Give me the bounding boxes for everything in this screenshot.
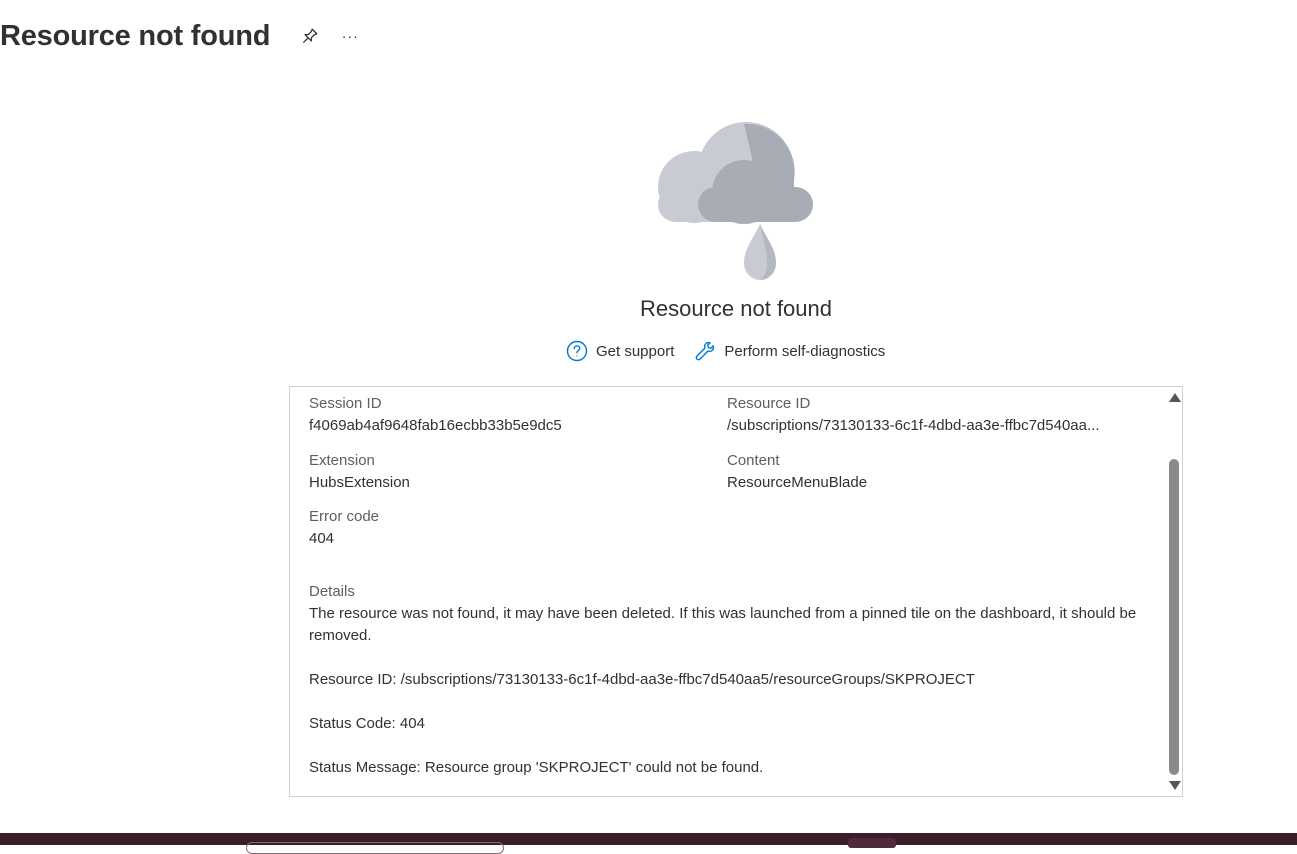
taskbar-search-box[interactable]: [246, 842, 504, 854]
self-diagnostics-link[interactable]: Perform self-diagnostics: [694, 340, 885, 362]
details-section: Details The resource was not found, it m…: [309, 581, 1139, 796]
taskbar: [0, 833, 1297, 854]
extension-field: Extension HubsExtension: [309, 450, 699, 494]
get-support-link[interactable]: Get support: [566, 340, 674, 362]
session-id-field: Session ID f4069ab4af9648fab16ecbb33b5e9…: [309, 393, 699, 437]
content-label: Content: [727, 452, 780, 469]
session-id-value: f4069ab4af9648fab16ecbb33b5e9dc5: [309, 417, 562, 434]
error-code-value: 404: [309, 530, 335, 547]
resource-id-value: /subscriptions/73130133-6c1f-4dbd-aa3e-f…: [727, 417, 1100, 434]
page-title: Resource not found: [0, 19, 271, 52]
pin-icon: [303, 28, 318, 43]
taskbar-app-icon[interactable]: [848, 838, 896, 848]
cloud-rain-icon: [652, 120, 820, 285]
details-label: Details: [309, 583, 355, 600]
vertical-scrollbar[interactable]: [1166, 387, 1182, 796]
scroll-up-arrow-icon[interactable]: [1169, 393, 1181, 402]
content-field: Content ResourceMenuBlade: [727, 450, 1135, 494]
resource-id-label: Resource ID: [727, 395, 811, 412]
details-message: The resource was not found, it may have …: [309, 605, 1137, 644]
error-code-field: Error code 404: [309, 506, 699, 550]
more-options-button[interactable]: ···: [336, 22, 364, 50]
details-status-message: Status Message: Resource group 'SKPROJEC…: [309, 759, 764, 776]
page-header: Resource not found ···: [0, 14, 364, 58]
resource-id-field: Resource ID /subscriptions/73130133-6c1f…: [727, 393, 1135, 437]
details-status-code: Status Code: 404: [309, 715, 425, 732]
scrollbar-thumb[interactable]: [1169, 459, 1179, 775]
session-id-label: Session ID: [309, 395, 382, 412]
error-code-label: Error code: [309, 508, 380, 525]
get-support-label: Get support: [596, 342, 675, 360]
scroll-down-arrow-icon[interactable]: [1169, 781, 1181, 790]
wrench-icon: [695, 341, 715, 361]
more-label: ···: [341, 28, 359, 44]
content-value: ResourceMenuBlade: [727, 474, 868, 491]
error-details-panel: Session ID f4069ab4af9648fab16ecbb33b5e9…: [289, 386, 1183, 797]
extension-value: HubsExtension: [309, 474, 410, 491]
action-links: Get support Perform self-diagnostics: [566, 340, 885, 362]
question-circle-icon: [566, 340, 588, 362]
extension-label: Extension: [309, 452, 375, 469]
pin-button[interactable]: [296, 22, 324, 50]
self-diagnostics-label: Perform self-diagnostics: [724, 342, 886, 360]
empty-state-title: Resource not found: [639, 296, 833, 321]
details-resource-id: Resource ID: /subscriptions/73130133-6c1…: [309, 671, 975, 688]
